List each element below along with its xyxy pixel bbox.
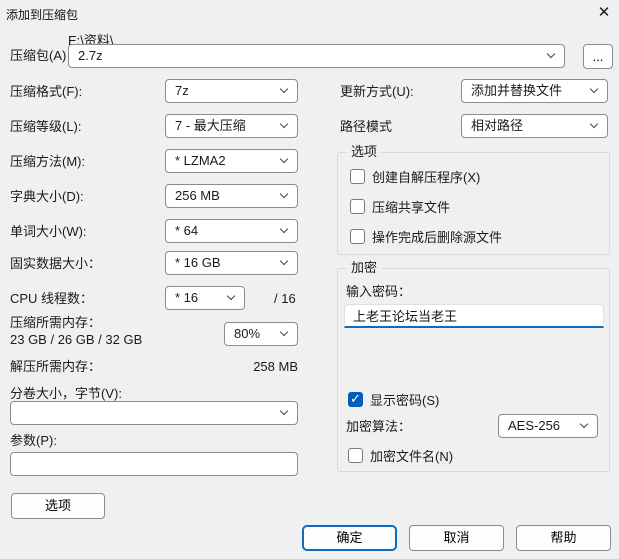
checkbox-box[interactable]	[348, 390, 363, 408]
archive-name-combobox[interactable]: 2.7z	[68, 44, 565, 68]
checkbox-show-password[interactable]: 显示密码(S)	[348, 390, 439, 409]
encryption-group-title: 加密	[347, 260, 382, 276]
password-label: 输入密码：	[346, 284, 412, 299]
memory-decompress-label: 解压所需内存：	[10, 359, 102, 374]
path-mode-select[interactable]: 相对路径	[461, 114, 608, 138]
cpu-threads-label: CPU 线程数：	[10, 291, 94, 306]
encryption-method-select[interactable]: AES-256	[498, 414, 598, 438]
dictionary-size-label: 字典大小(D):	[10, 189, 84, 204]
chevron-down-icon	[579, 419, 589, 429]
cpu-threads-select[interactable]: * 16	[165, 286, 245, 310]
help-button[interactable]: 帮助	[516, 525, 611, 551]
update-mode-label: 更新方式(U):	[340, 84, 414, 99]
solid-block-select[interactable]: * 16 GB	[165, 251, 298, 275]
close-icon[interactable]: ✕	[593, 2, 615, 24]
checkbox-box[interactable]	[350, 199, 365, 214]
parameters-label: 参数(P):	[10, 433, 57, 448]
options-group: 选项 创建自解压程序(X) 压缩共享文件 操作完成后删除源文件	[337, 144, 610, 255]
chevron-down-icon	[279, 84, 289, 94]
cpu-threads-max: / 16	[274, 291, 296, 306]
method-label: 压缩方法(M):	[10, 154, 86, 169]
checkbox-label: 创建自解压程序(X)	[372, 170, 481, 185]
word-size-select[interactable]: * 64	[165, 219, 298, 243]
checkbox-compress-shared[interactable]: 压缩共享文件	[350, 197, 450, 216]
options-group-title: 选项	[347, 144, 382, 160]
chevron-down-icon	[226, 291, 236, 301]
add-to-archive-dialog: 添加到压缩包 ✕ 压缩包(A) E:\资料\ 2.7z ... 压缩格式(F):…	[0, 0, 619, 559]
format-label: 压缩格式(F):	[10, 84, 83, 99]
chevron-down-icon	[589, 84, 599, 94]
checkbox-create-sfx[interactable]: 创建自解压程序(X)	[350, 167, 480, 186]
memory-decompress-value: 258 MB	[253, 359, 298, 374]
chevron-down-icon	[589, 119, 599, 129]
chevron-down-icon	[546, 49, 556, 59]
archive-name-value: 2.7z	[78, 48, 103, 63]
checkbox-delete-after[interactable]: 操作完成后删除源文件	[350, 227, 502, 246]
format-select[interactable]: 7z	[165, 79, 298, 103]
method-select[interactable]: * LZMA2	[165, 149, 298, 173]
password-input[interactable]	[344, 304, 604, 328]
memory-compress-detail: 23 GB / 26 GB / 32 GB	[10, 332, 143, 347]
checkbox-encrypt-names[interactable]: 加密文件名(N)	[348, 446, 453, 465]
checkbox-box[interactable]	[350, 169, 365, 184]
checkbox-box[interactable]	[350, 229, 365, 244]
checkbox-label: 操作完成后删除源文件	[372, 230, 503, 245]
chevron-down-icon	[279, 327, 289, 337]
solid-block-label: 固实数据大小：	[10, 256, 102, 271]
chevron-down-icon	[279, 256, 289, 266]
chevron-down-icon	[279, 154, 289, 164]
level-select[interactable]: 7 - 最大压缩	[165, 114, 298, 138]
archive-label: 压缩包(A)	[10, 48, 67, 63]
cancel-button[interactable]: 取消	[409, 525, 504, 551]
dictionary-size-select[interactable]: 256 MB	[165, 184, 298, 208]
chevron-down-icon	[279, 119, 289, 129]
encryption-method-label: 加密算法：	[346, 419, 412, 434]
word-size-label: 单词大小(W):	[10, 224, 87, 239]
chevron-down-icon	[279, 224, 289, 234]
path-mode-label: 路径模式	[340, 119, 393, 134]
encryption-group: 加密 输入密码： 显示密码(S) 加密算法： AES-256 加密文件名(N)	[337, 260, 610, 472]
checkbox-label: 加密文件名(N)	[370, 449, 454, 464]
options-button[interactable]: 选项	[11, 493, 105, 519]
browse-button[interactable]: ...	[583, 44, 613, 69]
checkbox-label: 压缩共享文件	[372, 200, 451, 215]
level-label: 压缩等级(L):	[10, 119, 82, 134]
memory-usage-select[interactable]: 80%	[224, 322, 298, 346]
checkbox-label: 显示密码(S)	[370, 393, 440, 408]
ok-button[interactable]: 确定	[302, 525, 397, 551]
checkbox-box[interactable]	[348, 448, 363, 463]
split-volume-combobox[interactable]	[10, 401, 298, 425]
chevron-down-icon	[279, 189, 289, 199]
window-title: 添加到压缩包	[6, 8, 79, 22]
chevron-down-icon	[279, 406, 289, 416]
update-mode-select[interactable]: 添加并替换文件	[461, 79, 608, 103]
parameters-input[interactable]	[10, 452, 298, 476]
